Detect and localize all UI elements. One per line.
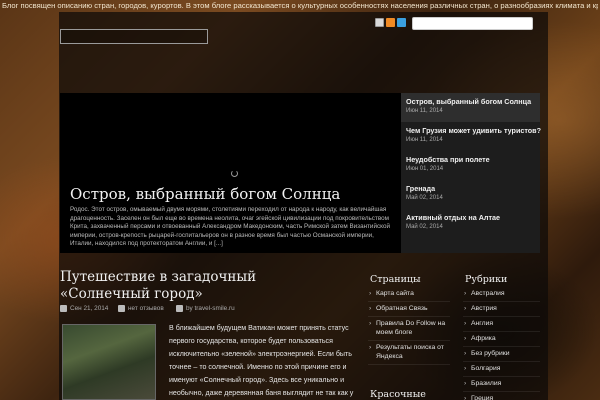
slider-nav-item[interactable]: Чем Грузия может удивить туристов? Июн 1… — [401, 122, 541, 151]
slider-nav-list: Остров, выбранный богом Солнца Июн 11, 2… — [401, 93, 541, 253]
loading-spinner-icon — [231, 170, 238, 177]
slider-nav-date: Май 02, 2014 — [406, 224, 443, 230]
slider-nav-item[interactable]: Активный отдых на Алтае Май 02, 2014 — [401, 209, 540, 238]
rubrics-widget-item[interactable]: Болгария — [463, 362, 540, 377]
slider-nav-item[interactable]: Остров, выбранный богом Солнца Июн 11, 2… — [401, 93, 540, 122]
slider-nav-title: Остров, выбранный богом Солнца — [406, 97, 532, 106]
post-author: by travel-smile.ru — [186, 305, 235, 312]
slider-nav-title: Активный отдых на Алтае — [406, 213, 500, 222]
rubrics-widget-item[interactable]: Англия — [463, 317, 540, 332]
slider-nav-item[interactable]: Неудобства при полете Июн 01, 2014 — [401, 151, 540, 180]
rubrics-widget-item[interactable]: Африка — [463, 332, 540, 347]
slider-nav-date: Июн 01, 2014 — [406, 166, 444, 172]
second-widget-title: Красочные — [370, 389, 426, 400]
post-comments[interactable]: нет отзывов — [128, 305, 164, 312]
social-icons — [375, 18, 406, 27]
rss-icon[interactable] — [386, 18, 395, 27]
rubrics-widget-list: Австралия Австрия Англия Африка Без рубр… — [463, 287, 540, 400]
rubrics-widget-item[interactable]: Греция — [463, 392, 540, 400]
rubrics-widget-item[interactable]: Бразилия — [463, 377, 540, 392]
slider-nav-date: Июн 11, 2014 — [406, 137, 443, 143]
search-input[interactable] — [412, 17, 533, 30]
pages-widget-item[interactable]: Карта сайта — [368, 287, 450, 302]
slider-nav-date: Май 02, 2014 — [406, 195, 443, 201]
slider-nav-title: Гренада — [406, 184, 436, 193]
pages-widget-item[interactable]: Обратная Связь — [368, 302, 450, 317]
slide-title[interactable]: Остров, выбранный богом Солнца — [70, 185, 390, 203]
twitter-icon[interactable] — [397, 18, 406, 27]
site-tagline: Блог посвящен описанию стран, городов, к… — [2, 1, 598, 10]
pages-widget-item[interactable]: Правила Do Follow на моем блоге — [368, 317, 450, 341]
pages-widget-item[interactable]: Результаты поиска от Яндекса — [368, 341, 450, 365]
post-comments-meta[interactable]: нет отзывов — [118, 305, 164, 312]
rubrics-widget-title: Рубрики — [465, 274, 508, 285]
post-date: Сен 21, 2014 — [70, 305, 109, 312]
post-author-meta: by travel-smile.ru — [176, 305, 235, 312]
mail-icon[interactable] — [375, 18, 384, 27]
slider-nav-title: Чем Грузия может удивить туристов? — [406, 126, 541, 135]
rubrics-widget-item[interactable]: Австралия — [463, 287, 540, 302]
post-title[interactable]: Путешествие в загадочный «Солнечный горо… — [60, 269, 350, 303]
slider-nav-item[interactable]: Гренада Май 02, 2014 — [401, 180, 540, 209]
post-excerpt: В ближайшем будущем Ватикан может принят… — [169, 324, 354, 397]
slider-nav-date: Июн 11, 2014 — [406, 108, 443, 114]
comment-icon — [118, 305, 125, 312]
header-logo-box[interactable] — [60, 29, 208, 44]
rubrics-widget-item[interactable]: Без рубрики — [463, 347, 540, 362]
post-date-meta: Сен 21, 2014 — [60, 305, 108, 312]
slide-excerpt: Родос. Этот остров, омываемый двумя моря… — [70, 206, 390, 248]
pages-widget-list: Карта сайта Обратная Связь Правила Do Fo… — [368, 287, 450, 365]
post-thumbnail[interactable] — [62, 324, 156, 400]
user-icon — [176, 305, 183, 312]
rubrics-widget-item[interactable]: Австрия — [463, 302, 540, 317]
pages-widget-title: Страницы — [370, 274, 421, 285]
clock-icon — [60, 305, 67, 312]
slider-nav-title: Неудобства при полете — [406, 155, 490, 164]
